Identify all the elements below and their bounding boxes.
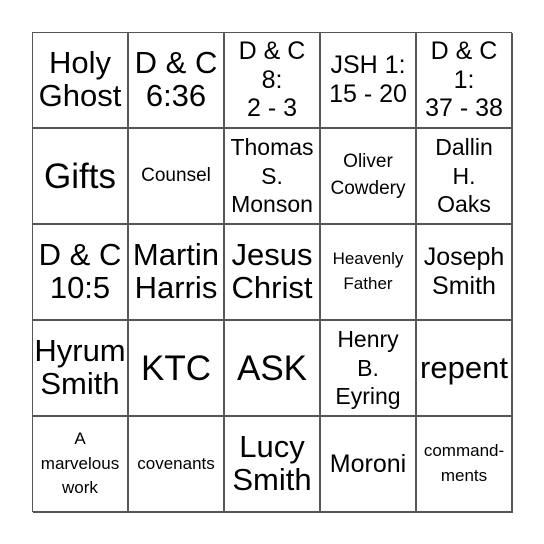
bingo-cell[interactable]: Gifts bbox=[33, 129, 129, 225]
bingo-cell[interactable]: Martin Harris bbox=[129, 225, 225, 321]
bingo-cell[interactable]: Holy Ghost bbox=[33, 33, 129, 129]
bingo-cell[interactable]: D & C 1: 37 - 38 bbox=[417, 33, 513, 129]
bingo-cell[interactable]: Thomas S. Monson bbox=[225, 129, 321, 225]
bingo-cell[interactable]: Moroni bbox=[321, 417, 417, 513]
bingo-cell[interactable]: Oliver Cowdery bbox=[321, 129, 417, 225]
bingo-cell[interactable]: KTC bbox=[129, 321, 225, 417]
bingo-cell[interactable]: D & C 6:36 bbox=[129, 33, 225, 129]
bingo-cell[interactable]: Heavenly Father bbox=[321, 225, 417, 321]
bingo-cell[interactable]: command- ments bbox=[417, 417, 513, 513]
bingo-cell[interactable]: ASK bbox=[225, 321, 321, 417]
bingo-cell[interactable]: Hyrum Smith bbox=[33, 321, 129, 417]
bingo-card: Holy Ghost D & C 6:36 D & C 8: 2 - 3 JSH… bbox=[32, 32, 513, 513]
bingo-cell[interactable]: JSH 1: 15 - 20 bbox=[321, 33, 417, 129]
bingo-cell[interactable]: Dallin H. Oaks bbox=[417, 129, 513, 225]
bingo-cell[interactable]: Counsel bbox=[129, 129, 225, 225]
bingo-cell[interactable]: Joseph Smith bbox=[417, 225, 513, 321]
bingo-cell[interactable]: repent bbox=[417, 321, 513, 417]
bingo-cell[interactable]: Henry B. Eyring bbox=[321, 321, 417, 417]
bingo-cell[interactable]: covenants bbox=[129, 417, 225, 513]
bingo-cell[interactable]: Jesus Christ bbox=[225, 225, 321, 321]
bingo-cell[interactable]: D & C 8: 2 - 3 bbox=[225, 33, 321, 129]
bingo-cell[interactable]: A marvelous work bbox=[33, 417, 129, 513]
bingo-cell[interactable]: D & C 10:5 bbox=[33, 225, 129, 321]
bingo-cell[interactable]: Lucy Smith bbox=[225, 417, 321, 513]
